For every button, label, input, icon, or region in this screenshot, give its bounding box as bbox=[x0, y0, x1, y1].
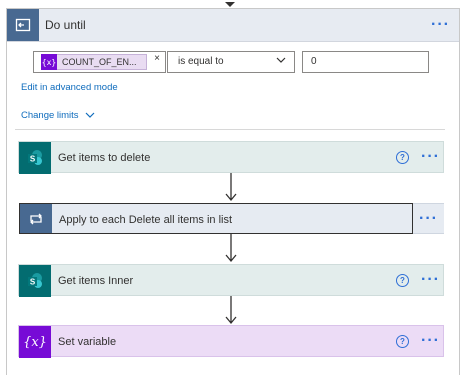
connector-arrow bbox=[225, 234, 237, 263]
action-title: Set variable bbox=[58, 336, 117, 348]
connector-arrow bbox=[225, 173, 237, 202]
token-label: COUNT_OF_EN... bbox=[62, 57, 137, 67]
help-icon[interactable]: ? bbox=[396, 274, 409, 287]
token-remove-button[interactable]: × bbox=[154, 53, 160, 64]
action-more-button[interactable]: ··· bbox=[421, 149, 440, 165]
variable-icon: {x} bbox=[19, 326, 51, 358]
condition-right-operand[interactable]: 0 bbox=[302, 51, 429, 73]
action-more-button[interactable]: ··· bbox=[419, 211, 438, 227]
action-more-button[interactable]: ··· bbox=[421, 333, 440, 349]
action-title: Get items Inner bbox=[58, 275, 134, 287]
apply-to-each-menu-area: ··· bbox=[413, 203, 444, 234]
action-card-set-variable[interactable]: {x} Set variable ? ··· bbox=[18, 325, 444, 358]
connector-arrow bbox=[225, 296, 237, 325]
action-card-apply-to-each[interactable]: Apply to each Delete all items in list bbox=[19, 203, 413, 234]
change-limits-toggle[interactable]: Change limits bbox=[21, 107, 95, 122]
loop-icon bbox=[20, 204, 52, 233]
do-until-icon bbox=[7, 9, 39, 41]
dynamic-content-token[interactable]: {x} COUNT_OF_EN... bbox=[41, 54, 147, 70]
action-title: Apply to each Delete all items in list bbox=[59, 214, 233, 226]
variable-icon: {x} bbox=[41, 54, 57, 70]
chevron-down-icon bbox=[85, 108, 95, 122]
change-limits-label: Change limits bbox=[21, 110, 79, 121]
sharepoint-icon: S bbox=[19, 265, 51, 297]
do-until-header[interactable]: Do until ··· bbox=[7, 9, 459, 42]
help-icon[interactable]: ? bbox=[396, 151, 409, 164]
svg-text:S: S bbox=[30, 278, 36, 287]
section-divider bbox=[15, 129, 445, 130]
help-icon[interactable]: ? bbox=[396, 335, 409, 348]
action-title: Get items to delete bbox=[58, 152, 151, 164]
do-until-container: Do until ··· {x} COUNT_OF_EN... × is equ… bbox=[6, 8, 460, 375]
svg-text:S: S bbox=[30, 155, 36, 164]
condition-left-operand[interactable]: {x} COUNT_OF_EN... × bbox=[33, 51, 166, 73]
right-operand-value: 0 bbox=[311, 56, 317, 67]
action-more-button[interactable]: ··· bbox=[421, 272, 440, 288]
chevron-down-icon bbox=[276, 55, 286, 68]
sharepoint-icon: S bbox=[19, 142, 51, 174]
condition-operator-select[interactable]: is equal to bbox=[167, 51, 295, 73]
do-until-more-button[interactable]: ··· bbox=[431, 17, 450, 33]
operator-value: is equal to bbox=[178, 56, 224, 67]
do-until-title: Do until bbox=[45, 18, 86, 32]
action-card-get-items-to-delete[interactable]: S Get items to delete ? ··· bbox=[18, 141, 444, 174]
action-card-get-items-inner[interactable]: S Get items Inner ? ··· bbox=[18, 264, 444, 297]
edit-advanced-mode-link[interactable]: Edit in advanced mode bbox=[21, 82, 118, 93]
incoming-arrow bbox=[225, 2, 235, 7]
